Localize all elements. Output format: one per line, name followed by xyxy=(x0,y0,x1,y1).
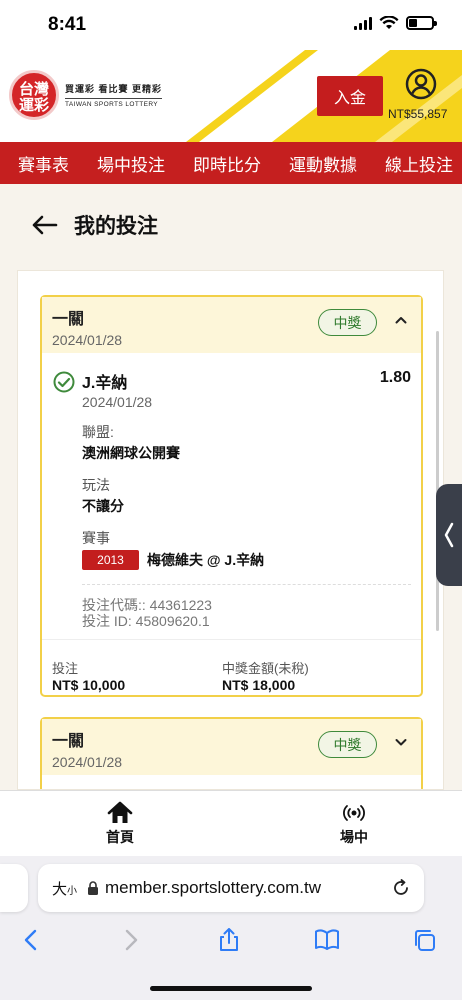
bet-card-header[interactable]: 一關 2024/01/28 中獎 xyxy=(42,719,421,775)
bet-card-body xyxy=(42,775,421,789)
battery-icon xyxy=(406,16,437,30)
url-text: member.sportslottery.com.tw xyxy=(105,878,322,897)
forward-icon[interactable] xyxy=(118,928,144,952)
browser-toolbar: 大小 member.sportslottery.com.tw xyxy=(0,856,462,1000)
payout-value: NT$ 18,000 xyxy=(222,677,296,693)
cellular-signal-icon xyxy=(354,16,372,30)
scrollbar[interactable] xyxy=(436,331,439,631)
back-icon[interactable] xyxy=(18,928,44,952)
reload-icon[interactable] xyxy=(392,879,410,897)
previous-tab-peek[interactable] xyxy=(0,864,28,912)
event-row: 2013 梅德維夫 @ J.辛納 xyxy=(82,550,411,570)
bottom-nav: 首頁 場中 xyxy=(0,790,462,856)
logo-text: 買運彩 看比賽 更精彩 TAIWAN SPORTS LOTTERY xyxy=(65,82,163,108)
bet-card-header[interactable]: 一關 2024/01/28 中獎 xyxy=(42,297,421,353)
league-value: 澳洲網球公開賽 xyxy=(82,445,180,461)
side-drawer-handle[interactable] xyxy=(436,484,462,586)
home-indicator xyxy=(150,986,312,991)
share-icon[interactable] xyxy=(216,928,242,952)
back-arrow-icon[interactable] xyxy=(30,214,58,236)
nav-item-online-betting[interactable]: 線上投注 xyxy=(367,151,462,176)
tabs-icon[interactable] xyxy=(412,928,438,952)
site-logo[interactable]: 台灣 運彩 xyxy=(9,70,59,120)
bottom-nav-live[interactable]: 場中 xyxy=(314,801,394,847)
stake-value: NT$ 10,000 xyxy=(52,677,126,693)
status-badge: 中獎 xyxy=(318,309,377,336)
chevron-left-icon xyxy=(444,522,454,548)
main-nav: 賽事表 場中投注 即時比分 運動數據 線上投注 xyxy=(0,142,462,184)
wifi-icon xyxy=(379,16,399,29)
payout-label: 中獎金額(未稅) xyxy=(222,661,309,676)
lock-icon xyxy=(88,881,99,895)
bet-identifiers: 投注代碼:: 44361223 投注 ID: 45809620.1 xyxy=(82,597,411,629)
selection-details: J.辛納 2024/01/28 聯盟: 澳洲網球公開賽 玩法 不讓分 賽事 20… xyxy=(82,369,411,570)
status-bar: 8:41 xyxy=(0,0,462,50)
bet-id: 投注 ID: 45809620.1 xyxy=(82,613,210,629)
chevron-up-icon[interactable] xyxy=(395,315,407,325)
deposit-button[interactable]: 入金 xyxy=(317,76,383,116)
text-size-small-glyph: 小 xyxy=(67,885,78,897)
nav-item-live-betting[interactable]: 場中投注 xyxy=(79,151,175,176)
site-header: 台灣 運彩 買運彩 看比賽 更精彩 TAIWAN SPORTS LOTTERY 入… xyxy=(0,50,462,142)
nav-item-sports-data[interactable]: 運動數據 xyxy=(271,151,367,176)
address-bar[interactable]: 大小 member.sportslottery.com.tw xyxy=(38,864,424,912)
logo-slogan: 買運彩 看比賽 更精彩 xyxy=(65,84,163,94)
selection-date: 2024/01/28 xyxy=(82,394,153,410)
text-size-large-glyph: 大 xyxy=(52,880,68,898)
live-broadcast-icon xyxy=(343,805,365,821)
divider xyxy=(82,584,411,585)
account-icon[interactable] xyxy=(405,68,437,100)
bottom-nav-live-label: 場中 xyxy=(340,829,368,845)
play-type-label: 玩法 xyxy=(82,477,110,493)
play-type-value: 不讓分 xyxy=(82,498,124,514)
page-title-row: 我的投注 xyxy=(0,200,462,250)
bet-card-body: 1.80 J.辛納 2024/01/28 聯盟: 澳洲網球公開賽 玩法 不讓分 … xyxy=(42,353,421,639)
status-icons xyxy=(354,16,437,30)
event-code-badge: 2013 xyxy=(82,550,139,570)
payout-column: 中獎金額(未稅) NT$ 18,000 xyxy=(222,658,392,693)
selection-name: J.辛納 xyxy=(82,375,128,392)
stake-label: 投注 xyxy=(52,661,79,676)
account-balance: NT$55,857 xyxy=(388,107,448,121)
bookmarks-icon[interactable] xyxy=(314,928,340,952)
bet-code: 投注代碼:: 44361223 xyxy=(82,597,212,613)
page-title: 我的投注 xyxy=(74,215,158,238)
bet-card: 一關 2024/01/28 中獎 1.80 J.辛納 2024/01/28 聯盟… xyxy=(40,295,423,697)
bottom-nav-home-label: 首頁 xyxy=(106,829,134,845)
status-badge: 中獎 xyxy=(318,731,377,758)
league-label: 聯盟: xyxy=(82,424,114,440)
event-label: 賽事 xyxy=(82,530,110,546)
bottom-nav-home[interactable]: 首頁 xyxy=(80,801,160,847)
bet-card: 一關 2024/01/28 中獎 xyxy=(40,717,423,789)
home-icon xyxy=(107,801,133,823)
text-size-button[interactable]: 大小 xyxy=(52,878,77,899)
event-name: 梅德維夫 @ J.辛納 xyxy=(147,552,265,568)
bet-card-footer: 投注 NT$ 10,000 中獎金額(未稅) NT$ 18,000 xyxy=(42,639,421,695)
check-circle-icon xyxy=(53,371,75,393)
nav-item-schedule[interactable]: 賽事表 xyxy=(0,151,79,176)
stake-column: 投注 NT$ 10,000 xyxy=(52,658,222,693)
status-time: 8:41 xyxy=(48,14,87,35)
chevron-down-icon[interactable] xyxy=(395,737,407,747)
logo-english: TAIWAN SPORTS LOTTERY xyxy=(65,98,163,108)
selection-odds: 1.80 xyxy=(379,369,411,386)
nav-item-live-scores[interactable]: 即時比分 xyxy=(175,151,271,176)
bets-panel: 一關 2024/01/28 中獎 1.80 J.辛納 2024/01/28 聯盟… xyxy=(17,270,444,790)
